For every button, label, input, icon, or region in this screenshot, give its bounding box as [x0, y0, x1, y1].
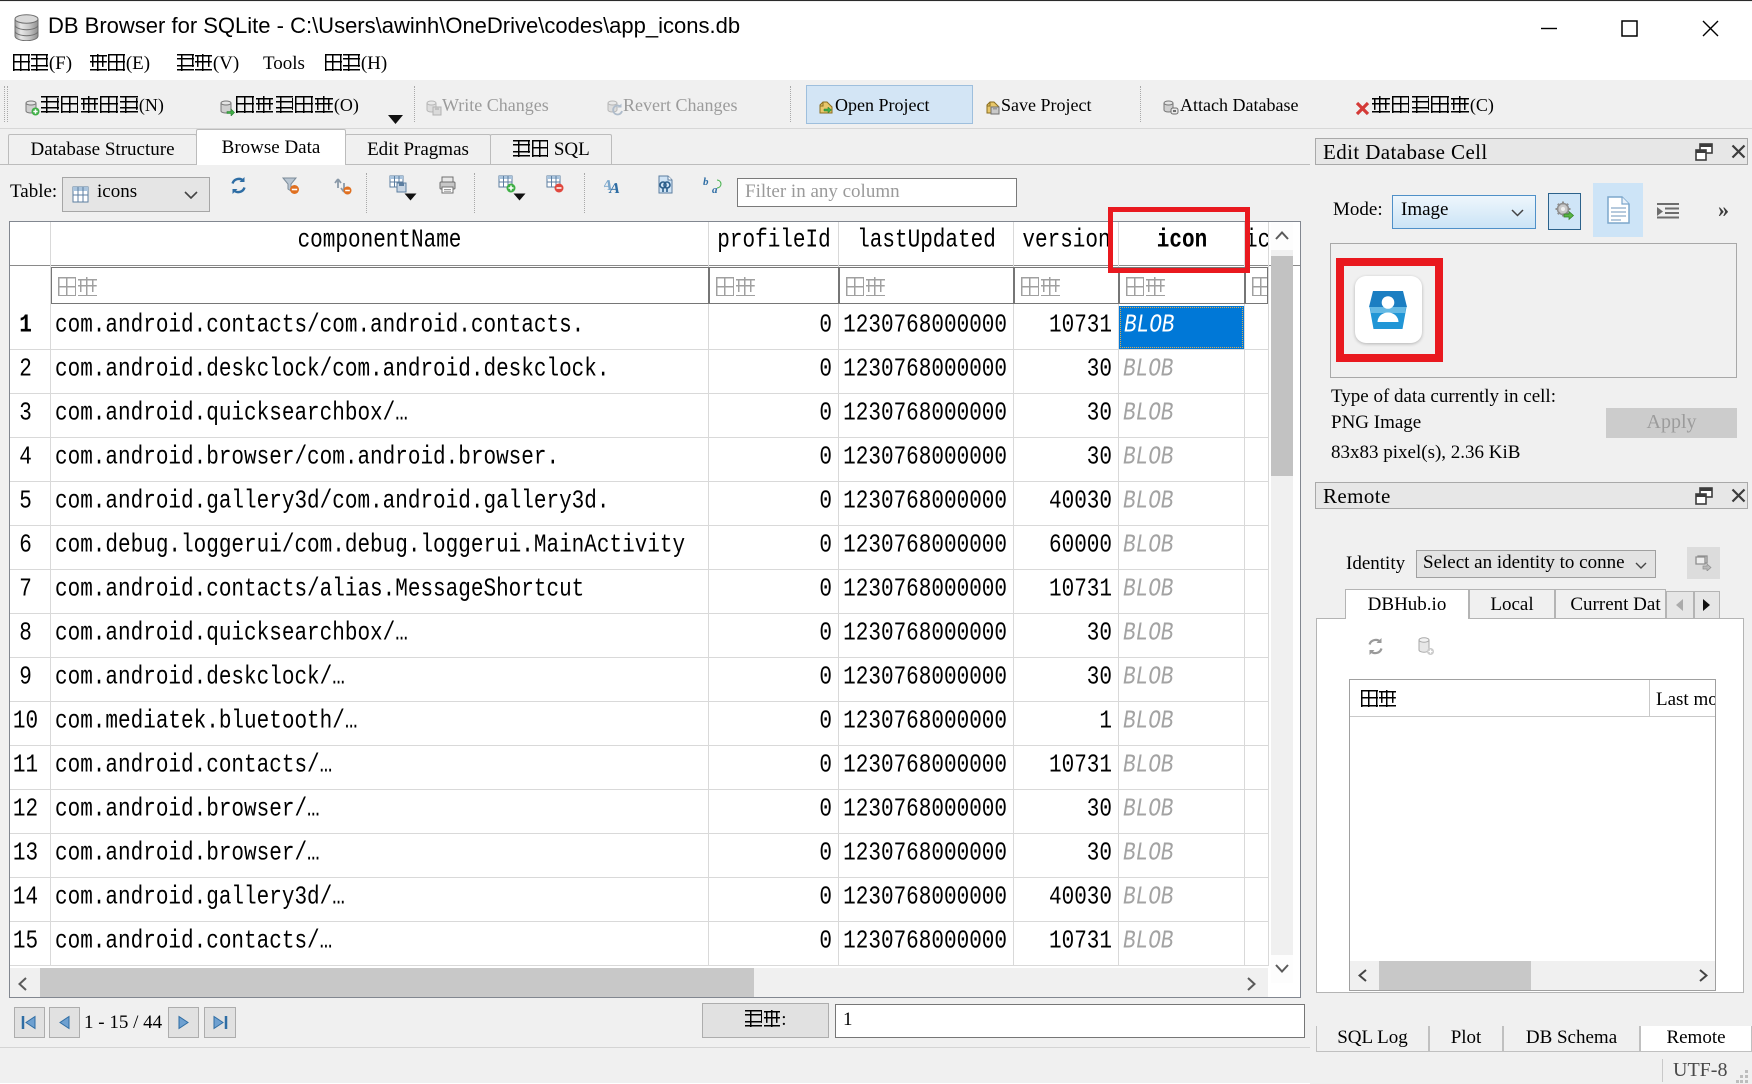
svg-text:a: a [712, 184, 718, 194]
svg-text:A: A [608, 180, 622, 194]
svg-text:b: b [703, 176, 709, 188]
